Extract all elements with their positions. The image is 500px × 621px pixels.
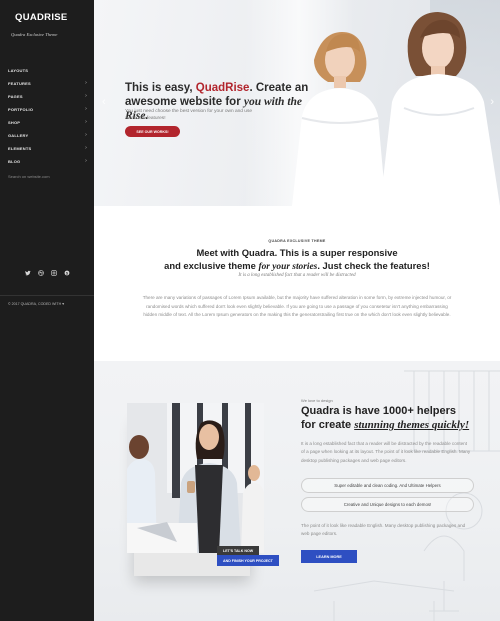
site-logo[interactable]: QUADRISE [15,12,68,23]
main-nav: LAYOUTS FEATURES › PAGES › PORTFOLIO › SHOP… [0,64,94,168]
chevron-right-icon: › [85,132,87,138]
nav-item-label: FEATURES [8,81,31,86]
intro-eyebrow: QUADRA EXCLUSIVE THEME [268,239,326,243]
nav-item-elements[interactable]: ELEMENTS › [0,142,94,155]
nav-item-layouts[interactable]: LAYOUTS [0,64,94,77]
copyright-text: © 2017 QUADRA, CODED WITH ♥ [8,302,65,306]
twitter-icon[interactable] [25,270,31,276]
chevron-right-icon: › [85,93,87,99]
chevron-right-icon: › [85,119,87,125]
instagram-icon[interactable] [51,270,57,276]
nav-item-label: SHOP [8,120,21,125]
chevron-right-icon: › [85,145,87,151]
nav-item-label: PORTFOLIO [8,107,34,112]
nav-item-label: PAGES [8,94,23,99]
sidebar: QUADRISE Quadra Exclusive Theme LAYOUTS … [0,0,94,621]
nav-item-features[interactable]: FEATURES › [0,77,94,90]
features-section: LET'S TALK NOW AND FINISH YOUR PROJECT W… [94,361,500,621]
intro-subheading: It is a long established fact that a rea… [238,273,356,278]
chevron-right-icon: › [85,158,87,164]
lets-talk-label: LET'S TALK NOW [217,546,260,555]
social-links: S [25,270,70,276]
intro-heading: Meet with Quadra. This is a super respon… [164,247,430,272]
nav-item-shop[interactable]: SHOP › [0,116,94,129]
features-heading: Quadra is have 1000+ helpers for create … [301,405,470,431]
sidebar-search-input[interactable]: Search on website.com [8,172,88,181]
slider-prev-icon[interactable]: ‹ [102,96,106,108]
intro-body: There are many variations of passages of… [142,295,452,318]
features-body: It is a long established fact that a rea… [301,441,471,463]
feature-pill-creative[interactable]: Creative and Unique designs to each demo… [301,497,474,512]
see-our-works-button[interactable]: SEE OUR WORKS! [125,126,180,137]
team-photo [127,403,264,553]
nav-item-blog[interactable]: BLOG › [0,155,94,168]
skype-icon[interactable]: S [64,270,70,276]
nav-item-label: LAYOUTS [8,68,29,73]
nav-item-gallery[interactable]: GALLERY › [0,129,94,142]
hero-brand-name: QuadRise [195,82,250,94]
hero-subtitle: You just need choose the best version fo… [125,109,253,121]
features-body-secondary: The point of it look like readable Engli… [301,523,466,537]
finish-project-label: AND FINISH YOUR PROJECT [217,555,279,566]
nav-item-portfolio[interactable]: PORTFOLIO › [0,103,94,116]
intro-section: QUADRA EXCLUSIVE THEME Meet with Quadra.… [94,206,500,361]
site-tagline: Quadra Exclusive Theme [11,32,58,37]
features-eyebrow: We love to design [301,398,333,403]
chevron-right-icon: › [85,106,87,112]
chevron-right-icon: › [85,80,87,86]
nav-item-label: ELEMENTS [8,146,32,151]
nav-item-pages[interactable]: PAGES › [0,90,94,103]
nav-item-label: GALLERY [8,133,29,138]
learn-more-button[interactable]: LEARN MORE [301,550,357,563]
nav-item-label: BLOG [8,159,21,164]
hero-slider: This is easy, QuadRise. Create an awesom… [94,0,500,206]
sidebar-divider [0,295,94,296]
feature-pill-editable[interactable]: Super editable and clean coding. And Ult… [301,478,474,493]
dribbble-icon[interactable] [38,270,44,276]
slider-next-icon[interactable]: › [490,96,494,108]
